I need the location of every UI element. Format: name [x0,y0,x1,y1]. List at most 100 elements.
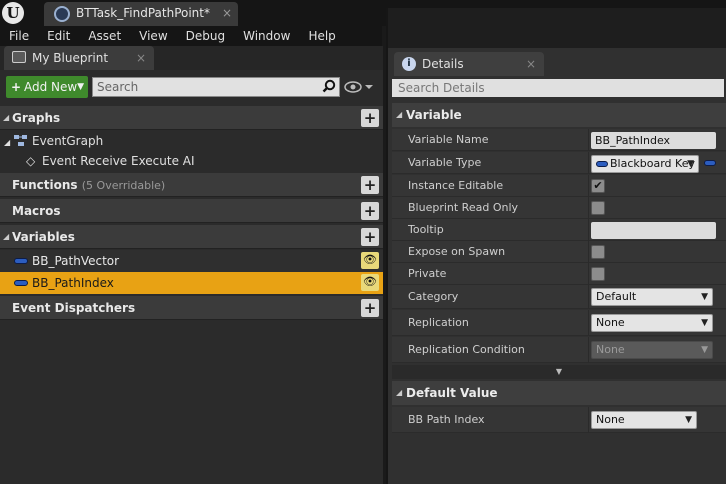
eye-icon [344,81,373,93]
default-value-section-label: Default Value [406,386,498,400]
menu-edit[interactable]: Edit [38,26,79,46]
prop-variable-type: Variable Type Blackboard Key ▼ [392,152,726,174]
blueprint-read-only-checkbox[interactable] [591,201,605,215]
column-divider [588,285,589,309]
prop-label: Expose on Spawn [408,245,506,258]
my-blueprint-tab[interactable]: My Blueprint × [4,46,154,70]
functions-label: Functions (5 Overridable) [12,173,165,198]
search-placeholder: Search [97,80,139,94]
default-value-section-header[interactable]: ◢ Default Value [392,381,726,405]
add-graph-button[interactable]: + [361,109,379,127]
tooltip-input[interactable] [591,222,716,239]
variable-row[interactable]: BB_PathVector 👁 [0,250,383,272]
blueprint-icon [54,6,70,22]
unreal-logo-icon[interactable]: U [2,2,24,24]
private-checkbox[interactable] [591,267,605,281]
column-divider [588,337,589,363]
variable-type-pill-icon [14,280,28,286]
functions-overridable-count: (5 Overridable) [81,179,166,192]
variable-type-pill-icon [596,161,608,167]
search-icon[interactable] [322,79,336,93]
macros-label: Macros [12,204,61,218]
graphs-section-header[interactable]: ◢ Graphs + [0,106,383,130]
functions-title: Functions [12,178,78,192]
bb-path-index-dropdown[interactable]: None ▼ [591,411,697,429]
view-options-button[interactable] [343,78,375,96]
column-divider [588,241,589,263]
event-graph-item[interactable]: ◢ EventGraph [0,131,383,151]
collapse-triangle-icon: ◢ [4,138,11,147]
column-divider [588,310,589,336]
prop-label: Variable Name [408,133,489,146]
document-tab[interactable]: BTTask_FindPathPoint* × [44,2,238,26]
prop-label: Replication [408,316,469,329]
graphs-label: Graphs [12,111,61,125]
chevron-down-icon: ▼ [687,159,694,169]
chevron-down-icon: ▼ [701,318,708,328]
close-tab-icon[interactable]: × [222,2,232,24]
replication-dropdown[interactable]: None ▼ [591,314,713,332]
replication-value: None [596,316,625,329]
details-tab[interactable]: i Details × [394,52,544,76]
variables-label: Variables [12,230,75,244]
menu-window[interactable]: Window [234,26,299,46]
prop-expose-on-spawn: Expose on Spawn [392,241,726,263]
chevron-down-icon: ▼ [685,415,692,425]
add-event-dispatcher-button[interactable]: + [361,299,379,317]
add-function-button[interactable]: + [361,176,379,194]
my-blueprint-tab-label: My Blueprint [32,51,109,65]
container-type-pill-icon[interactable] [704,160,716,166]
variable-name: BB_PathIndex [32,276,114,290]
variable-row-selected[interactable]: BB_PathIndex 👁 [0,272,383,294]
column-divider [588,197,589,219]
prop-variable-name: Variable Name BB_PathIndex [392,129,726,151]
advanced-expand-button[interactable]: ▼ [392,365,726,379]
expand-arrow-icon: ▼ [555,367,563,376]
prop-blueprint-read-only: Blueprint Read Only [392,197,726,219]
column-divider [588,263,589,285]
variable-section-header[interactable]: ◢ Variable [392,103,726,127]
prop-category: Category Default ▼ [392,285,726,309]
add-macro-button[interactable]: + [361,202,379,220]
category-dropdown[interactable]: Default ▼ [591,288,713,306]
macros-section-header[interactable]: Macros + [0,199,383,223]
book-icon [12,51,26,63]
menu-view[interactable]: View [130,26,176,46]
functions-section-header[interactable]: Functions (5 Overridable) + [0,173,383,197]
variable-type-dropdown[interactable]: Blackboard Key ▼ [591,155,699,173]
close-panel-icon[interactable]: × [136,46,146,70]
search-details-input[interactable]: Search Details [392,79,724,97]
add-new-button[interactable]: + Add New ▼ [6,76,88,98]
variable-section-label: Variable [406,108,462,122]
prop-label: Instance Editable [408,179,504,192]
event-receive-execute-item[interactable]: ◇ Event Receive Execute AI [0,151,383,171]
prop-label: Category [408,290,459,303]
menu-debug[interactable]: Debug [177,26,234,46]
blueprint-search-input[interactable]: Search [92,77,340,97]
menu-asset[interactable]: Asset [79,26,130,46]
close-panel-icon[interactable]: × [526,52,536,76]
prop-label: Blueprint Read Only [408,201,519,214]
collapse-triangle-icon: ◢ [396,110,403,119]
event-dispatchers-section-header[interactable]: Event Dispatchers + [0,296,383,320]
instance-editable-checkbox[interactable]: ✔ [591,179,605,193]
replication-condition-dropdown: None ▼ [591,341,713,359]
prop-replication: Replication None ▼ [392,310,726,336]
add-variable-button[interactable]: + [361,228,379,246]
eye-icon[interactable]: 👁 [361,274,379,291]
variable-name-input[interactable]: BB_PathIndex [591,132,716,149]
eye-icon[interactable]: 👁 [361,252,379,269]
expose-on-spawn-checkbox[interactable] [591,245,605,259]
variable-type-value: Blackboard Key [610,157,695,170]
menu-help[interactable]: Help [299,26,344,46]
variables-section-header[interactable]: ◢ Variables + [0,225,383,249]
my-blueprint-panel: My Blueprint × + Add New ▼ Search ◢ Grap… [0,46,383,484]
chevron-down-icon: ▼ [77,82,84,92]
menu-file[interactable]: File [0,26,38,46]
search-details-placeholder: Search Details [398,81,485,95]
column-divider [588,407,589,433]
prop-label: Replication Condition [408,343,525,356]
event-graph-label: EventGraph [32,134,104,148]
chevron-down-icon: ▼ [701,292,708,302]
column-divider [588,129,589,151]
